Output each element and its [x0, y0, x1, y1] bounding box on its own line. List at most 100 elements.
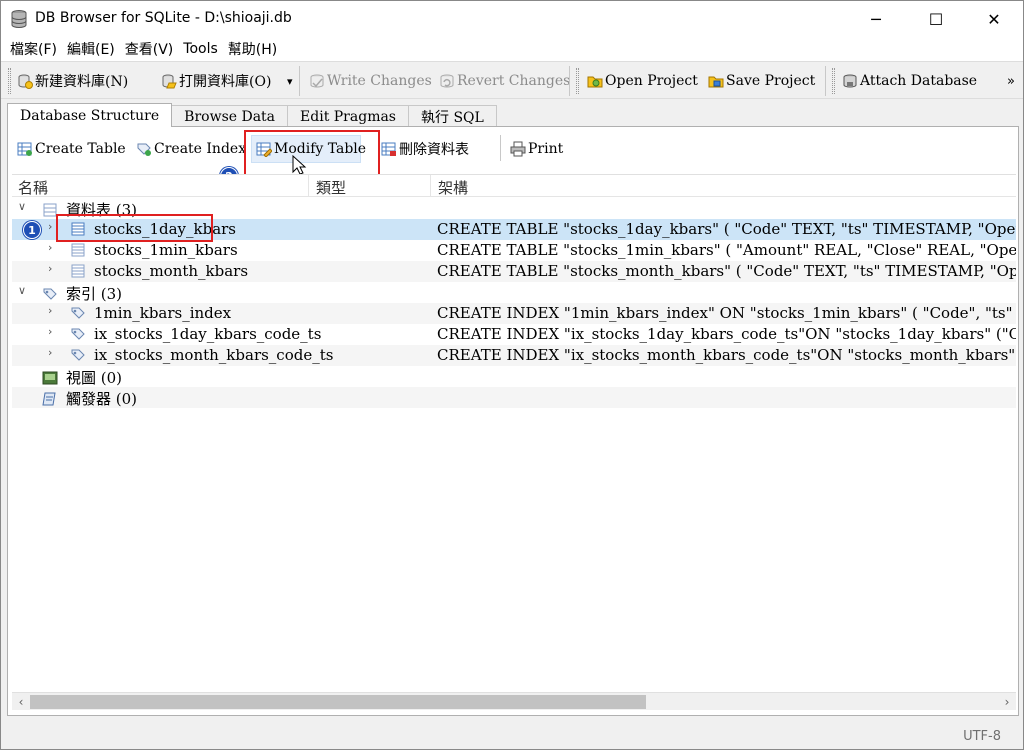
tree-group-triggers[interactable]: 觸發器 (0) — [12, 387, 1016, 408]
title-bar: DB Browser for SQLite - D:\shioaji.db ─ … — [1, 1, 1023, 37]
delete-table-label: 刪除資料表 — [399, 142, 469, 158]
expand-arrow-icon[interactable]: › — [48, 220, 52, 233]
expand-arrow-icon[interactable]: › — [48, 304, 52, 317]
toolbar-grip[interactable] — [832, 68, 835, 94]
tree-group-views[interactable]: 視圖 (0) — [12, 366, 1016, 387]
tree-row-index[interactable]: › ix_stocks_month_kbars_code_ts CREATE I… — [12, 345, 1016, 366]
table-name: stocks_month_kbars — [94, 262, 249, 280]
menu-bar: 檔案(F) 編輯(E) 查看(V) Tools 幫助(H) — [1, 37, 1023, 61]
table-icon — [71, 264, 85, 278]
menu-view[interactable]: 查看(V) — [120, 39, 179, 59]
toolbar-separator — [299, 66, 300, 96]
toolbar-grip[interactable] — [576, 68, 579, 94]
attach-database-label: Attach Database — [860, 73, 978, 89]
new-database-icon — [18, 74, 33, 89]
table-icon — [71, 243, 85, 257]
revert-changes-button[interactable]: Revert Changes — [439, 70, 570, 92]
expand-arrow-icon[interactable]: › — [48, 346, 52, 359]
menu-file[interactable]: 檔案(F) — [5, 39, 62, 59]
tree-row-index[interactable]: › ix_stocks_1day_kbars_code_ts CREATE IN… — [12, 324, 1016, 345]
structure-tree: 名稱 類型 架構 ∨ 資料表 (3) › stocks_1day_kbars C… — [12, 174, 1016, 692]
tree-row-table[interactable]: › stocks_month_kbars CREATE TABLE "stock… — [12, 261, 1016, 282]
index-icon — [71, 349, 85, 361]
expand-arrow-icon[interactable]: › — [48, 325, 52, 338]
open-project-button[interactable]: Open Project — [587, 70, 698, 92]
tab-browse-data[interactable]: Browse Data — [171, 105, 289, 127]
print-label: Print — [528, 141, 564, 157]
tree-header: 名稱 類型 架構 — [12, 175, 1016, 197]
minimize-button[interactable]: ─ — [853, 1, 899, 37]
column-type-header[interactable]: 類型 — [310, 177, 346, 198]
index-schema: CREATE INDEX "ix_stocks_1day_kbars_code_… — [437, 325, 1016, 343]
index-group-icon — [43, 288, 57, 300]
close-button[interactable]: ✕ — [971, 1, 1017, 37]
create-index-button[interactable]: Create Index — [136, 137, 246, 161]
create-table-icon — [17, 142, 32, 156]
write-changes-button[interactable]: Write Changes — [309, 70, 432, 92]
collapse-arrow-icon[interactable]: ∨ — [18, 284, 26, 297]
toolbar-separator — [569, 66, 570, 96]
horizontal-scrollbar[interactable]: ‹ › — [12, 692, 1016, 710]
revert-changes-icon — [440, 74, 454, 88]
create-index-label: Create Index — [154, 141, 247, 157]
open-database-dropdown[interactable]: ▾ — [287, 70, 293, 92]
column-divider[interactable] — [430, 175, 431, 197]
selected-table-highlight — [56, 214, 213, 242]
index-icon — [71, 328, 85, 340]
index-schema: CREATE INDEX "1min_kbars_index" ON "stoc… — [437, 304, 1016, 322]
new-database-button[interactable]: 新建資料庫(N) — [17, 70, 128, 92]
attach-database-icon — [843, 74, 857, 88]
create-table-button[interactable]: Create Table — [17, 137, 126, 161]
encoding-indicator: UTF-8 — [963, 729, 1001, 744]
delete-table-icon — [381, 142, 396, 156]
index-name: ix_stocks_month_kbars_code_ts — [94, 346, 334, 364]
open-project-icon — [587, 76, 603, 88]
table-schema: CREATE TABLE "stocks_1min_kbars" ( "Amou… — [437, 241, 1016, 259]
menu-tools[interactable]: Tools — [178, 41, 223, 57]
views-group-label: 視圖 (0) — [66, 369, 123, 387]
step-badge-1: 1 — [23, 221, 41, 239]
main-tabs: Database Structure Browse Data Edit Prag… — [7, 103, 497, 127]
toolbar-overflow-button[interactable]: » — [1007, 70, 1015, 92]
column-name-header[interactable]: 名稱 — [12, 177, 48, 198]
scroll-right-icon[interactable]: › — [998, 693, 1016, 711]
toolbar-grip[interactable] — [8, 68, 11, 94]
open-database-button[interactable]: 打開資料庫(O) — [161, 70, 271, 92]
create-index-icon — [137, 143, 151, 156]
save-project-button[interactable]: Save Project — [708, 70, 815, 92]
maximize-button[interactable]: ☐ — [913, 1, 959, 37]
print-button[interactable]: Print — [510, 137, 563, 161]
expand-arrow-icon[interactable]: › — [48, 262, 52, 275]
status-bar: UTF-8 — [1, 723, 1023, 749]
expand-arrow-icon[interactable]: › — [48, 241, 52, 254]
index-name: ix_stocks_1day_kbars_code_ts — [94, 325, 322, 343]
tab-execute-sql[interactable]: 執行 SQL — [408, 105, 497, 127]
toolbar-separator — [825, 66, 826, 96]
index-icon — [71, 307, 85, 319]
main-toolbar: 新建資料庫(N) 打開資料庫(O) ▾ Write Changes Revert… — [1, 61, 1023, 99]
indices-group-label: 索引 (3) — [66, 285, 123, 303]
tree-row-table[interactable]: › stocks_1min_kbars CREATE TABLE "stocks… — [12, 240, 1016, 261]
create-table-label: Create Table — [35, 141, 126, 157]
open-project-label: Open Project — [605, 73, 698, 89]
save-project-label: Save Project — [726, 73, 816, 89]
tab-database-structure[interactable]: Database Structure — [7, 103, 173, 127]
write-changes-icon — [310, 74, 324, 88]
column-schema-header[interactable]: 架構 — [432, 177, 468, 198]
menu-help[interactable]: 幫助(H) — [223, 39, 282, 59]
new-database-label: 新建資料庫(N) — [35, 74, 129, 90]
delete-table-button[interactable]: 刪除資料表 — [381, 137, 469, 161]
collapse-arrow-icon[interactable]: ∨ — [18, 200, 26, 213]
trigger-icon — [42, 392, 56, 405]
scroll-left-icon[interactable]: ‹ — [12, 693, 30, 711]
menu-edit[interactable]: 編輯(E) — [62, 39, 120, 59]
tree-group-indices[interactable]: ∨ 索引 (3) — [12, 282, 1016, 303]
window-title: DB Browser for SQLite - D:\shioaji.db — [35, 10, 292, 26]
tab-edit-pragmas[interactable]: Edit Pragmas — [287, 105, 409, 127]
scrollbar-thumb[interactable] — [30, 695, 646, 709]
column-divider[interactable] — [308, 175, 309, 197]
attach-database-button[interactable]: Attach Database — [842, 70, 977, 92]
table-schema: CREATE TABLE "stocks_month_kbars" ( "Cod… — [437, 262, 1016, 280]
tree-row-index[interactable]: › 1min_kbars_index CREATE INDEX "1min_kb… — [12, 303, 1016, 324]
table-schema: CREATE TABLE "stocks_1day_kbars" ( "Code… — [437, 220, 1016, 238]
